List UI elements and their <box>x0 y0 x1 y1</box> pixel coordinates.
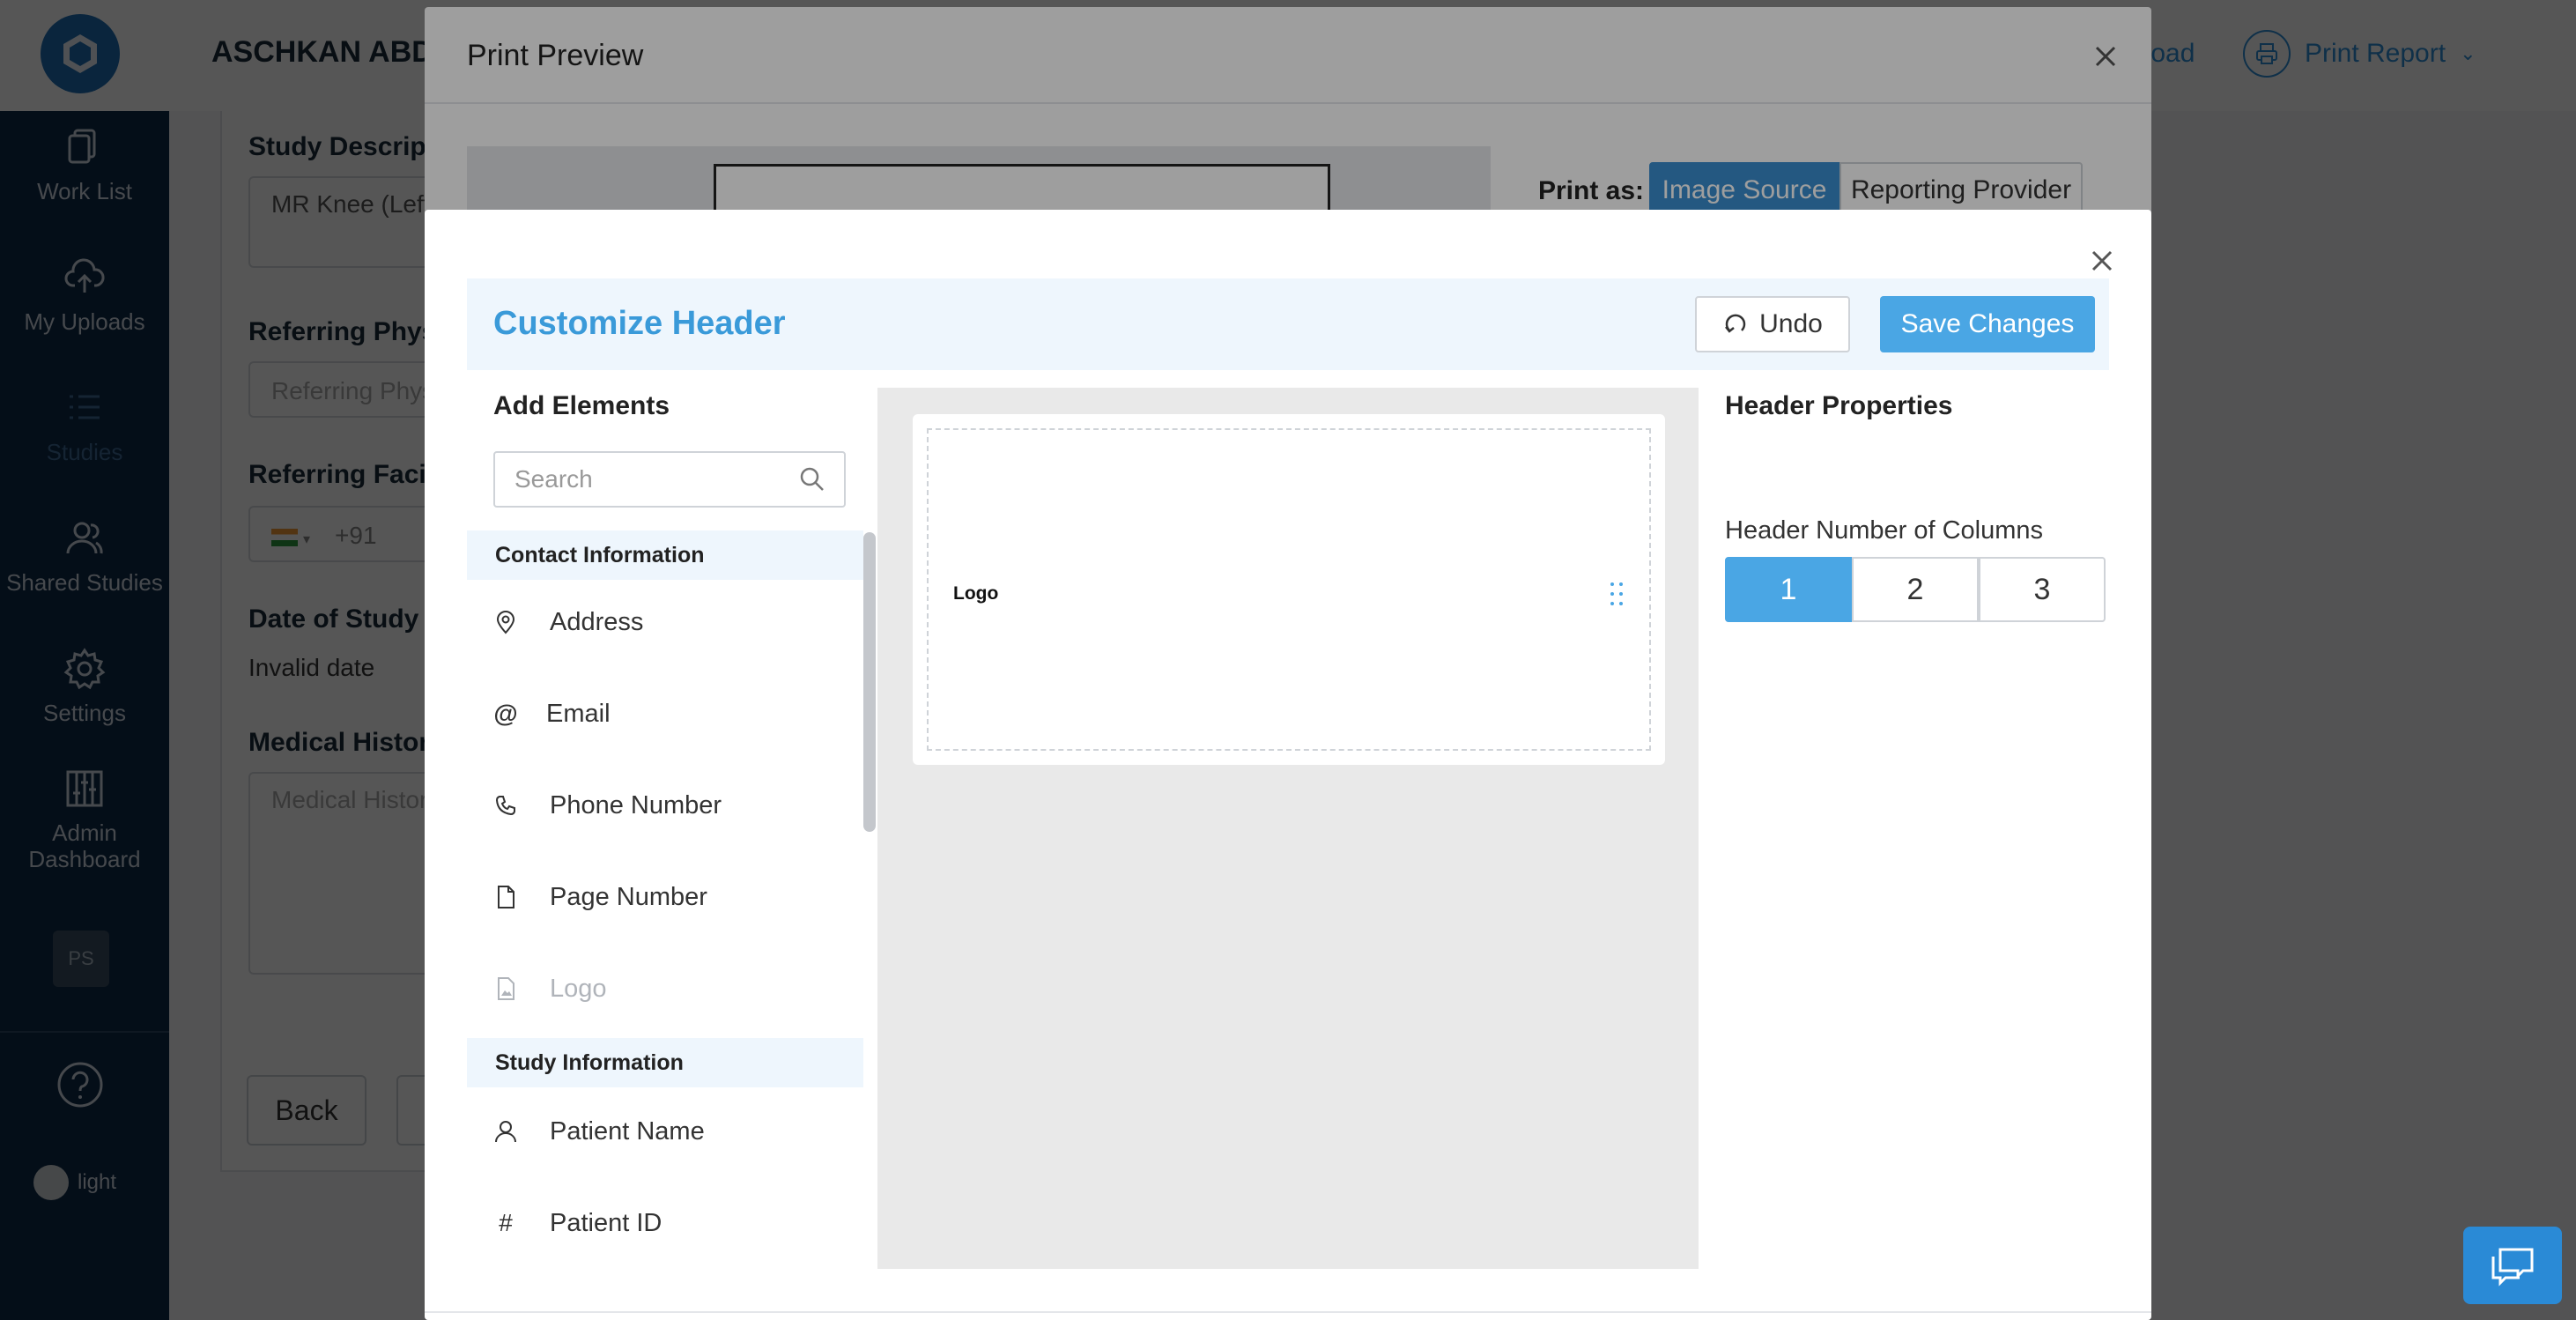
columns-label: Header Number of Columns <box>1725 516 2044 545</box>
search-icon[interactable] <box>798 465 826 493</box>
element-address[interactable]: Address <box>467 596 863 649</box>
header-preview-card: Logo <box>913 414 1665 765</box>
save-changes-button[interactable]: Save Changes <box>1880 296 2095 352</box>
element-label: Phone Number <box>550 790 722 819</box>
hash-icon: # <box>499 1209 513 1236</box>
customize-header-bar: Customize Header Undo Save Changes <box>467 278 2109 370</box>
undo-label: Undo <box>1759 309 1823 338</box>
elements-scrollbar[interactable] <box>863 532 876 832</box>
user-icon <box>492 1117 520 1146</box>
at-sign-icon: @ <box>493 700 518 727</box>
chat-widget-button[interactable] <box>2463 1227 2562 1304</box>
element-label: Address <box>550 607 644 636</box>
header-properties-title: Header Properties <box>1725 391 1953 420</box>
element-page-number[interactable]: Page Number <box>467 871 863 923</box>
element-label: Page Number <box>550 882 707 911</box>
modal-footer-divider <box>425 1311 2151 1313</box>
chat-icon <box>2491 1248 2534 1287</box>
columns-option-1[interactable]: 1 <box>1725 557 1852 622</box>
undo-button[interactable]: Undo <box>1695 296 1850 352</box>
customize-header-modal: Customize Header Undo Save Changes Add E… <box>425 210 2151 1320</box>
undo-icon <box>1725 314 1746 333</box>
element-logo: Logo <box>467 962 863 1015</box>
element-label: Patient Name <box>550 1116 705 1146</box>
element-label: Email <box>546 699 611 728</box>
file-icon <box>492 883 520 911</box>
phone-icon <box>492 791 520 819</box>
columns-option-2[interactable]: 2 <box>1852 557 1979 622</box>
customize-header-title: Customize Header <box>493 305 786 342</box>
header-drop-zone[interactable]: Logo <box>927 428 1651 751</box>
group-header-contact-information: Contact Information <box>467 530 863 580</box>
element-label: Logo <box>550 974 607 1003</box>
element-search <box>493 451 846 508</box>
header-canvas-area: Logo <box>877 388 1699 1269</box>
close-icon[interactable] <box>2084 243 2120 278</box>
drag-handle-icon[interactable] <box>1607 580 1626 608</box>
search-input[interactable] <box>495 453 795 506</box>
element-patient-id[interactable]: # Patient ID <box>467 1197 863 1250</box>
add-elements-title: Add Elements <box>493 391 670 420</box>
image-file-icon <box>492 975 520 1003</box>
element-patient-name[interactable]: Patient Name <box>467 1105 863 1158</box>
logo-element-label: Logo <box>953 583 999 604</box>
group-header-study-information: Study Information <box>467 1038 863 1087</box>
elements-list: Contact Information Address @ Email Phon… <box>467 530 863 1320</box>
map-pin-icon <box>492 608 520 636</box>
element-phone-number[interactable]: Phone Number <box>467 779 863 832</box>
element-email[interactable]: @ Email <box>467 687 863 740</box>
element-label: Patient ID <box>550 1208 663 1237</box>
columns-option-3[interactable]: 3 <box>1979 557 2106 622</box>
